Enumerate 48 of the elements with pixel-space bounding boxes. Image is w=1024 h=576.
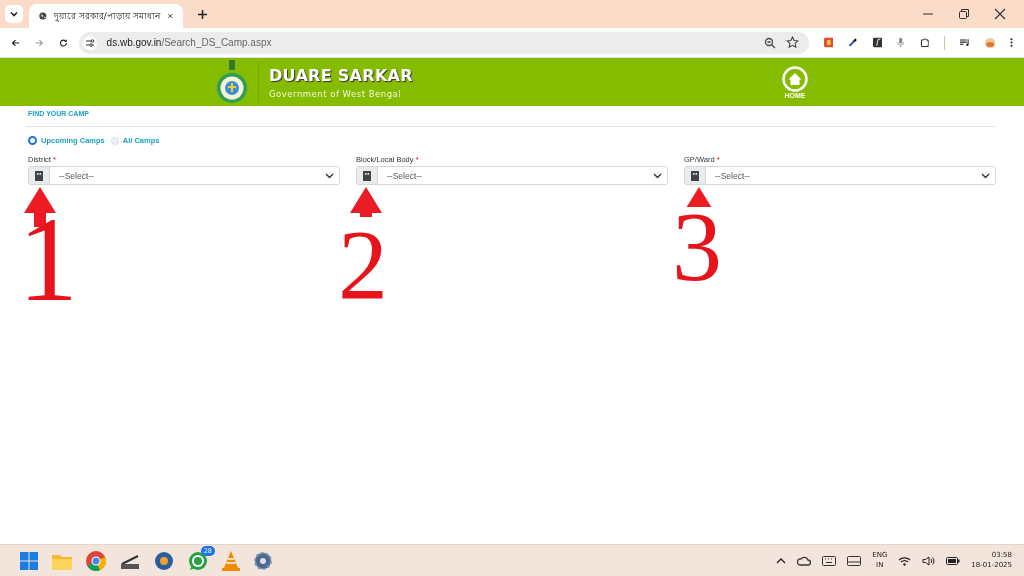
chevron-down-icon [653,172,662,179]
tab-title: দুয়ারে সরকার/পাড়ায় সমাধান [53,9,160,24]
close-icon[interactable] [166,11,173,21]
arrow-drawing [350,187,382,217]
emblem-icon [216,60,248,106]
step-number: 3 [672,212,722,282]
chevron-up-icon[interactable] [776,556,787,565]
step-number: 1 [18,218,78,302]
star-icon[interactable] [785,36,799,49]
keyboard-icon[interactable] [822,555,837,566]
display-icon[interactable] [847,555,862,566]
close-icon[interactable] [994,8,1006,20]
wifi-icon[interactable] [898,555,912,566]
chevron-down-icon [9,9,19,19]
restore-icon[interactable] [958,8,970,20]
gear-icon[interactable] [254,551,272,570]
site-subtitle: Government of West Bengal [269,88,403,99]
site-title: DUARE SARKAR [269,65,413,85]
browser-tab[interactable]: দুয়ারে সরকার/পাড়ায় সমাধান [29,4,183,28]
chevron-down-icon [325,172,334,179]
building-icon [35,170,43,181]
reload-icon[interactable] [58,36,68,49]
start-icon[interactable] [20,551,38,570]
tab-search-button[interactable] [5,5,23,23]
url-text: ds.wb.gov.in/Search_DS_Camp.aspx [106,37,272,48]
more-icon[interactable] [1010,36,1013,49]
globe-icon [39,10,47,22]
new-tab-icon[interactable] [197,8,208,20]
site-settings-icon[interactable] [82,35,97,50]
select-field[interactable]: --Select-- [684,166,996,185]
cloud-icon[interactable] [797,554,812,567]
speaker-icon[interactable] [922,555,936,566]
select-field[interactable]: --Select-- [356,166,668,185]
battery-icon[interactable] [946,556,961,565]
home-icon [782,65,808,92]
chevron-down-icon [981,172,990,179]
eyedropper-icon[interactable] [848,36,858,49]
building-icon [691,170,699,181]
microphone-icon[interactable] [897,36,905,49]
zoom-icon[interactable] [763,36,776,49]
media-queue-icon[interactable] [960,37,970,48]
profile-avatar-icon[interactable] [984,35,995,50]
select-field[interactable]: --Select-- [28,166,340,185]
address-bar[interactable]: ds.wb.gov.in/Search_DS_Camp.aspx [78,31,809,54]
building-icon [363,170,371,181]
step-number: 2 [338,230,388,300]
browser-icon[interactable] [86,550,106,571]
extension-icon[interactable] [872,36,883,49]
